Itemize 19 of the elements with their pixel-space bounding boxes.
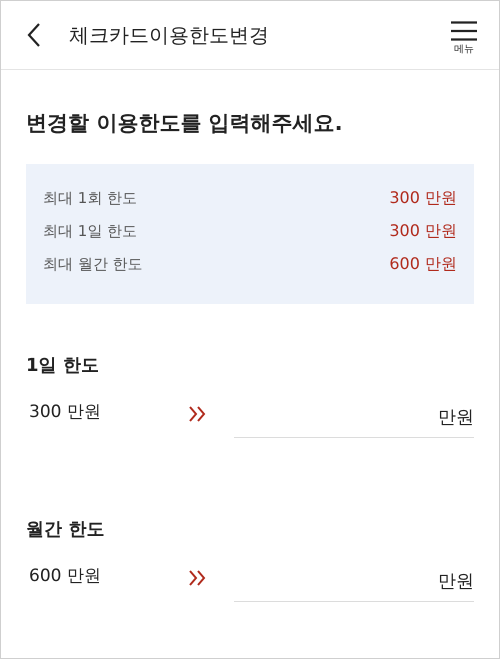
double-chevron-icon	[189, 570, 207, 586]
limit-label: 최대 1회 한도	[43, 188, 138, 209]
back-icon	[27, 22, 41, 48]
limit-value: 300 만원	[389, 220, 457, 242]
current-limit: 600 만원	[29, 564, 102, 588]
section-title: 월간 한도	[26, 518, 106, 542]
limit-input-field[interactable]: 만원	[234, 398, 474, 438]
instruction-heading: 변경할 이용한도를 입력해주세요.	[26, 110, 344, 137]
limit-value: 600 만원	[389, 253, 457, 275]
current-limit: 300 만원	[29, 400, 102, 424]
section-title: 1일 한도	[26, 354, 100, 378]
page-title: 체크카드이용한도변경	[69, 22, 269, 49]
menu-icon	[451, 21, 477, 41]
menu-button[interactable]: 메뉴	[451, 15, 477, 55]
limit-label: 최대 월간 한도	[43, 254, 143, 275]
double-chevron-icon	[189, 406, 207, 422]
limit-input-field[interactable]: 만원	[234, 562, 474, 602]
limit-value: 300 만원	[389, 187, 457, 209]
limit-label: 최대 1일 한도	[43, 220, 138, 242]
